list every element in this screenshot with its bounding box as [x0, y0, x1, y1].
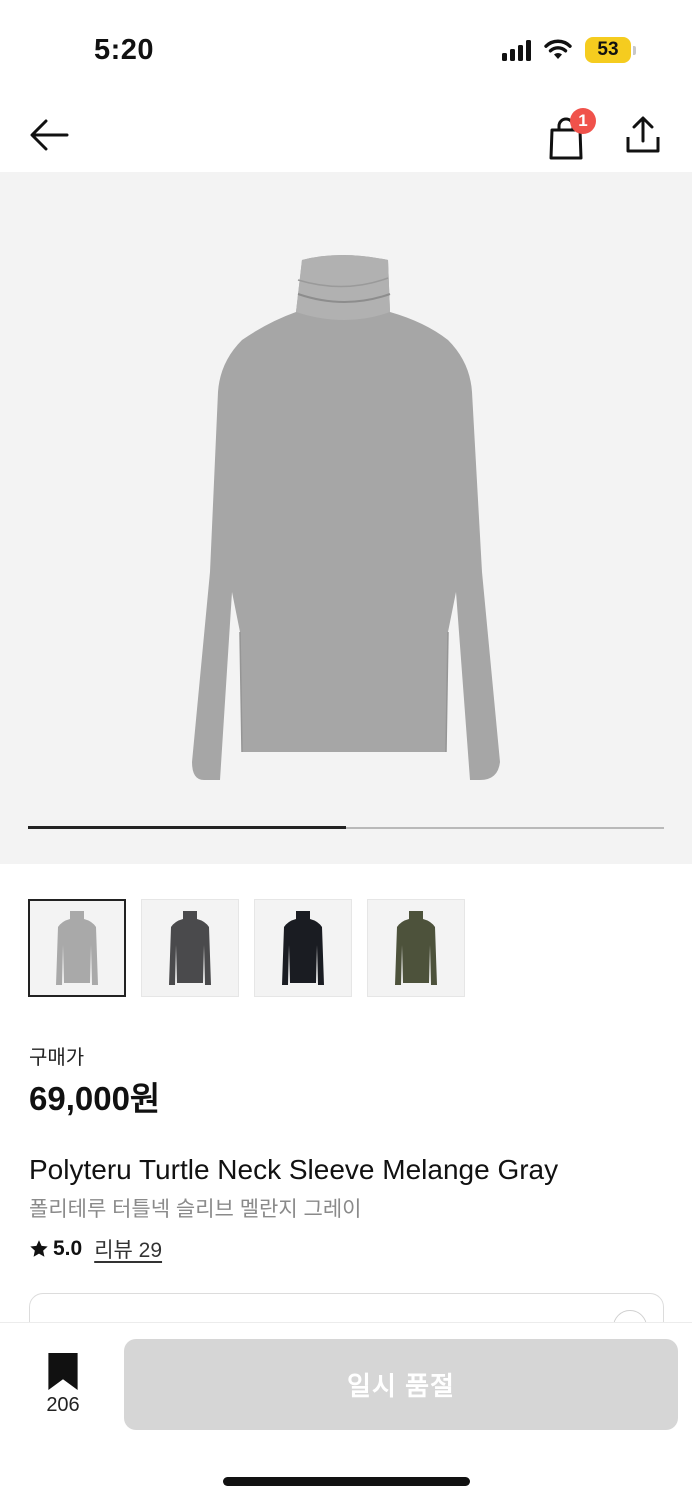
arrow-left-icon — [30, 119, 69, 151]
bottom-action-bar: 206 일시 품절 — [0, 1322, 692, 1500]
thumbnail-shirt-icon — [282, 911, 324, 985]
top-navigation: 1 — [0, 100, 692, 170]
battery-level: 53 — [585, 37, 631, 63]
battery-icon: 53 — [585, 37, 636, 63]
status-time: 5:20 — [94, 34, 155, 66]
thumbnail-shirt-icon — [169, 911, 211, 985]
rating-row: 5.0 리뷰 29 — [29, 1234, 162, 1264]
thumbnail-black[interactable] — [254, 899, 352, 997]
price-label: 구매가 — [29, 1047, 85, 1069]
product-image-gallery[interactable] — [0, 172, 692, 864]
product-image-turtleneck — [192, 255, 500, 780]
shopping-bag-button[interactable]: 1 — [544, 108, 596, 160]
price: 69,000원 — [29, 1080, 161, 1117]
home-indicator — [223, 1477, 470, 1486]
thumbnail-khaki[interactable] — [367, 899, 465, 997]
share-button[interactable] — [620, 112, 666, 158]
status-bar: 5:20 53 — [0, 0, 692, 96]
rating-value: 5.0 — [53, 1237, 83, 1260]
bookmark-button[interactable]: 206 — [36, 1353, 90, 1417]
thumbnail-charcoal[interactable] — [141, 899, 239, 997]
bookmark-count: 206 — [46, 1394, 80, 1416]
status-icons: 53 — [502, 37, 636, 63]
product-title-english: Polyteru Turtle Neck Sleeve Melange Gray — [29, 1154, 559, 1185]
cellular-signal-icon — [502, 39, 531, 61]
color-thumbnails — [28, 899, 465, 997]
wifi-icon — [544, 39, 572, 59]
back-button[interactable] — [26, 112, 72, 158]
bookmark-icon — [48, 1353, 78, 1390]
gallery-progress-fill — [28, 826, 346, 829]
product-title-korean: 폴리테루 터틀넥 슬리브 멜란지 그레이 — [29, 1198, 362, 1221]
sold-out-button[interactable]: 일시 품절 — [124, 1339, 678, 1430]
cart-count-badge: 1 — [570, 108, 596, 134]
share-icon — [626, 116, 660, 153]
gallery-progress-track — [28, 826, 664, 829]
review-link[interactable]: 리뷰 29 — [94, 1234, 162, 1264]
thumbnail-gray[interactable] — [28, 899, 126, 997]
thumbnail-shirt-icon — [56, 911, 98, 985]
thumbnail-shirt-icon — [395, 911, 437, 985]
star-icon — [30, 1240, 48, 1257]
